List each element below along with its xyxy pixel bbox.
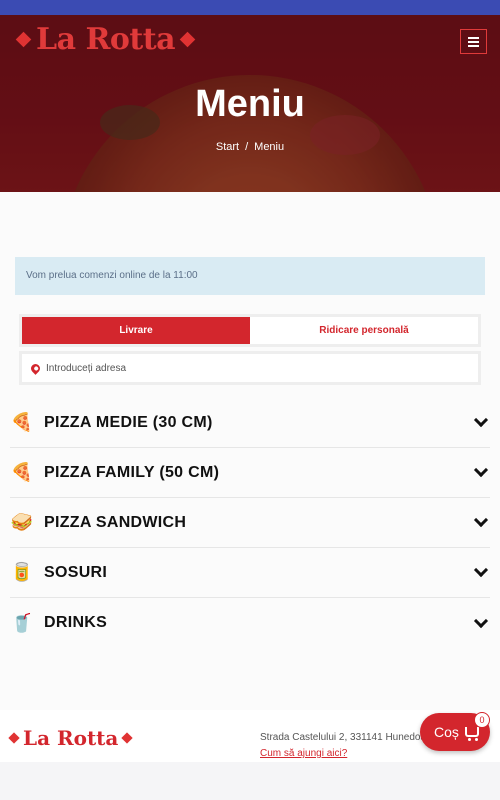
pizza-slice-icon: 🍕 <box>10 412 34 432</box>
sandwich-icon: 🥪 <box>10 512 34 532</box>
chevron-down-icon <box>473 412 489 428</box>
address-placeholder: Introduceți adresa <box>46 362 127 374</box>
online-orders-notice: Vom prelua comenzi online de la 11:00 <box>15 257 485 295</box>
tab-pickup[interactable]: Ridicare personală <box>250 317 478 344</box>
address-input[interactable]: Introduceți adresa <box>19 351 481 385</box>
order-type-tabs: Livrare Ridicare personală <box>19 314 481 347</box>
chevron-down-icon <box>473 462 489 478</box>
category-label: DRINKS <box>44 614 108 631</box>
footer-address: Strada Castelului 2, 331141 Hunedoara <box>260 732 435 743</box>
breadcrumb-home-link[interactable]: Start <box>216 141 239 153</box>
whole-pizza-icon: 🍕 <box>10 462 34 482</box>
category-drinks[interactable]: 🥤 DRINKS <box>10 598 490 648</box>
drink-cup-icon: 🥤 <box>10 612 34 633</box>
category-pizza-medie[interactable]: 🍕 PIZZA MEDIE (30 CM) <box>10 398 490 448</box>
category-label: SOSURI <box>44 563 108 581</box>
tab-delivery[interactable]: Livrare <box>22 317 250 344</box>
logo-diamond-icon <box>8 732 20 744</box>
category-label: PIZZA SANDWICH <box>44 513 187 531</box>
chevron-down-icon <box>473 512 489 528</box>
location-pin-icon <box>29 361 42 375</box>
logo-diamond-icon <box>15 31 32 48</box>
breadcrumb-current: Meniu <box>254 141 285 153</box>
chevron-down-icon <box>473 562 489 578</box>
logo-diamond-icon <box>179 31 196 48</box>
category-sosuri[interactable]: 🥫 SOSURI <box>10 548 490 598</box>
category-pizza-family[interactable]: 🍕 PIZZA FAMILY (50 CM) <box>10 448 490 498</box>
category-pizza-sandwich[interactable]: 🥪 PIZZA SANDWICH <box>10 498 490 548</box>
category-label: PIZZA MEDIE (30 CM) <box>44 413 213 431</box>
top-color-bar <box>0 0 500 15</box>
directions-link[interactable]: Cum să ajungi aici? <box>260 748 347 759</box>
breadcrumb-separator: / <box>245 141 249 153</box>
sauce-bottle-icon: 🥫 <box>10 562 34 582</box>
category-label: PIZZA FAMILY (50 CM) <box>44 463 220 481</box>
chevron-down-icon <box>473 613 489 628</box>
site-logo[interactable]: La Rotta <box>15 22 196 57</box>
logo-text: La Rotta <box>36 22 176 57</box>
footer-logo-text: La Rotta <box>23 726 119 750</box>
logo-diamond-icon <box>121 732 134 744</box>
cart-label: Coș <box>434 724 459 740</box>
breadcrumb: Start / Meniu <box>0 141 500 153</box>
hamburger-menu-icon[interactable] <box>460 29 487 54</box>
page-title: Meniu <box>195 83 305 125</box>
shopping-cart-icon <box>464 727 479 741</box>
cart-count-badge: 0 <box>474 712 490 728</box>
footer-logo[interactable]: La Rotta <box>8 726 134 750</box>
